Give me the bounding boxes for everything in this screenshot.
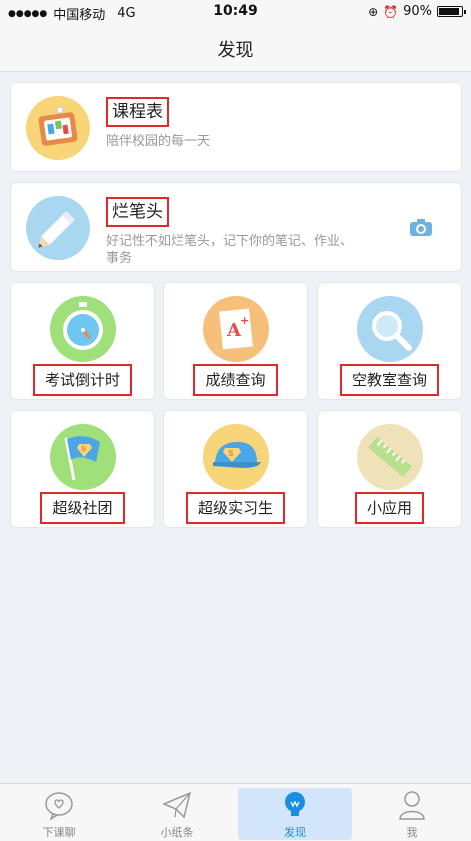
tab-bar: 下课聊 小纸条 发现 我: [0, 783, 471, 841]
tile-super-club[interactable]: S 超级社团: [10, 410, 155, 528]
grade-paper-icon: A +: [203, 296, 269, 362]
person-icon: [399, 791, 425, 820]
paper-plane-icon: [162, 791, 192, 819]
camera-icon[interactable]: [409, 219, 433, 237]
tab-discover[interactable]: 发现: [238, 788, 352, 840]
cap-icon: S: [203, 424, 269, 490]
tab-label-notes-paper: 小纸条: [160, 826, 194, 839]
tile-label-mini-apps: 小应用: [354, 492, 424, 524]
tile-grade-query[interactable]: A + 成绩查询: [163, 282, 308, 400]
status-right: ⊕ ⏰ 90%: [368, 4, 466, 19]
card-subtitle-schedule: 陪伴校园的每一天: [106, 134, 211, 149]
tile-label-super-intern: 超级实习生: [185, 492, 285, 524]
tile-super-intern[interactable]: S 超级实习生: [163, 410, 308, 528]
tab-label-discover: 发现: [284, 826, 306, 839]
tile-empty-classroom[interactable]: 空教室查询: [317, 282, 462, 400]
tile-label-exam-countdown: 考试倒计时: [32, 364, 132, 396]
tab-after-class-chat[interactable]: 下课聊: [2, 788, 116, 840]
chat-heart-icon: [45, 792, 73, 820]
tile-label-empty-classroom: 空教室查询: [339, 364, 439, 396]
battery-icon: [437, 6, 466, 17]
battery-percent: 90%: [403, 4, 432, 19]
navigation-bar: 发现: [0, 26, 471, 72]
card-schedule[interactable]: 课程表 陪伴校园的每一天: [10, 82, 462, 172]
card-subtitle-notes: 好记性不如烂笔头，记下你的笔记、作业、事务: [106, 234, 354, 266]
magnifier-icon: [357, 296, 423, 362]
tab-notes-paper[interactable]: 小纸条: [120, 788, 234, 840]
tile-mini-apps[interactable]: 小应用: [317, 410, 462, 528]
svg-text:S: S: [228, 449, 234, 458]
status-bar: ●●●●● 中国移动 4G 10:49 ⊕ ⏰ 90%: [0, 0, 471, 26]
card-notes[interactable]: 烂笔头 好记性不如烂笔头，记下你的笔记、作业、事务: [10, 182, 462, 272]
alarm-icon: ⏰: [383, 4, 399, 19]
svg-text:S: S: [81, 445, 86, 453]
tab-me[interactable]: 我: [355, 788, 469, 840]
flag-icon: S: [50, 424, 116, 490]
tile-label-grade-query: 成绩查询: [193, 364, 278, 396]
stopwatch-icon: [50, 296, 116, 362]
tab-label-me: 我: [406, 826, 418, 839]
tab-label-after-class-chat: 下课聊: [42, 826, 76, 839]
tile-exam-countdown[interactable]: 考试倒计时: [10, 282, 155, 400]
ruler-icon: [357, 424, 423, 490]
rotation-lock-icon: ⊕: [368, 4, 379, 19]
lightbulb-icon: [285, 792, 305, 816]
schedule-board-icon: [26, 96, 90, 160]
pencil-icon: [26, 196, 90, 260]
card-title-schedule: 课程表: [106, 97, 169, 127]
card-title-notes: 烂笔头: [106, 197, 169, 227]
page-title: 发现: [217, 40, 254, 61]
tile-label-super-club: 超级社团: [40, 492, 125, 524]
svg-text:+: +: [240, 314, 249, 327]
